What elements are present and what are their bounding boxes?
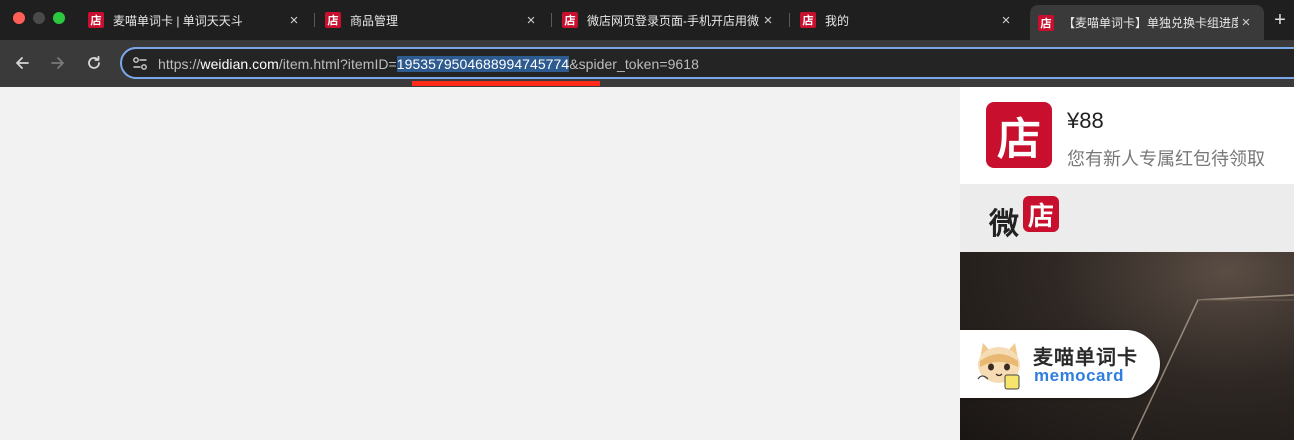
- new-tab-button[interactable]: +: [1268, 8, 1292, 32]
- brand-header: 微 店: [960, 184, 1294, 252]
- tab-divider: [551, 13, 552, 27]
- url-path: /item.html?itemID=: [278, 56, 397, 72]
- banner-promo-text: 您有新人专属红包待领取: [1067, 149, 1265, 169]
- forward-arrow-icon: [51, 57, 64, 69]
- tab-title: 【麦喵单词卡】单独兑换卡组进度: [1063, 16, 1238, 30]
- url-scheme: https://: [158, 56, 201, 72]
- app-promo-banner[interactable]: 店 ¥88 您有新人专属红包待领取: [960, 87, 1294, 184]
- tab-close-icon[interactable]: ×: [523, 12, 539, 29]
- product-brand-subtitle: memocard: [1034, 366, 1124, 385]
- back-arrow-icon: [16, 57, 29, 69]
- product-brand-card: 麦喵单词卡 memocard: [960, 330, 1160, 398]
- tab-divider: [314, 13, 315, 27]
- url-query-rest: &spider_token=9618: [569, 56, 699, 72]
- highlight-underline: [412, 81, 600, 86]
- tab-bar: 店 麦喵单词卡 | 单词天天斗 × 店 商品管理 × 店 微店网页登录页面-手机…: [0, 0, 1294, 40]
- toolbar: https://weidian.com/item.html?itemID=195…: [0, 40, 1294, 87]
- tab-2[interactable]: 店 商品管理 ×: [317, 6, 549, 34]
- tab-close-icon[interactable]: ×: [1238, 14, 1254, 31]
- address-bar[interactable]: https://weidian.com/item.html?itemID=195…: [120, 47, 1294, 79]
- tab-title: 微店网页登录页面-手机开店用微: [587, 13, 759, 28]
- back-button[interactable]: [10, 51, 34, 75]
- reload-icon: [88, 55, 100, 69]
- tab-5-active[interactable]: 店 【麦喵单词卡】单独兑换卡组进度 ×: [1030, 5, 1264, 40]
- tab-3[interactable]: 店 微店网页登录页面-手机开店用微 ×: [554, 6, 786, 34]
- banner-price: ¥88: [1067, 108, 1104, 133]
- weidian-favicon-icon: 店: [88, 12, 104, 28]
- reload-button[interactable]: [82, 51, 106, 75]
- page-content: 店 ¥88 您有新人专属红包待领取 微 店 麦喵单词卡 memocard: [0, 87, 1294, 440]
- url-text[interactable]: https://weidian.com/item.html?itemID=195…: [158, 56, 699, 72]
- tab-1[interactable]: 店 麦喵单词卡 | 单词天天斗 ×: [80, 6, 312, 34]
- weidian-app-logo-icon: 店: [986, 102, 1052, 168]
- tab-4[interactable]: 店 我的 ×: [792, 6, 1024, 34]
- weidian-favicon-icon: 店: [1038, 14, 1054, 31]
- window-controls: [13, 12, 65, 24]
- minimize-window-button[interactable]: [33, 12, 45, 24]
- tab-close-icon[interactable]: ×: [998, 12, 1014, 29]
- maximize-window-button[interactable]: [53, 12, 65, 24]
- url-host: weidian.com: [200, 56, 279, 72]
- weidian-favicon-icon: 店: [800, 12, 816, 28]
- tab-title: 麦喵单词卡 | 单词天天斗: [113, 13, 243, 28]
- weidian-favicon-icon: 店: [325, 12, 341, 28]
- url-selected-item-id: 1953579504688994745774: [396, 56, 570, 72]
- tab-title: 商品管理: [350, 13, 399, 28]
- tab-close-icon[interactable]: ×: [760, 12, 776, 29]
- tab-divider: [789, 13, 790, 27]
- tune-icon[interactable]: [131, 55, 149, 73]
- tab-close-icon[interactable]: ×: [286, 12, 302, 29]
- mobile-page-panel: 店 ¥88 您有新人专属红包待领取 微 店 麦喵单词卡 memocard: [960, 87, 1294, 440]
- close-window-button[interactable]: [13, 12, 25, 24]
- weidian-favicon-icon: 店: [562, 12, 578, 28]
- product-hero-image: 麦喵单词卡 memocard: [960, 252, 1294, 440]
- tab-title: 我的: [825, 13, 850, 28]
- forward-button[interactable]: [46, 51, 70, 75]
- brand-logo-wei: 微: [989, 208, 1019, 241]
- browser-window: 店 麦喵单词卡 | 单词天天斗 × 店 商品管理 × 店 微店网页登录页面-手机…: [0, 0, 1294, 440]
- brand-logo-dian: 店: [1023, 196, 1059, 232]
- cat-mascot-icon: [977, 343, 1020, 390]
